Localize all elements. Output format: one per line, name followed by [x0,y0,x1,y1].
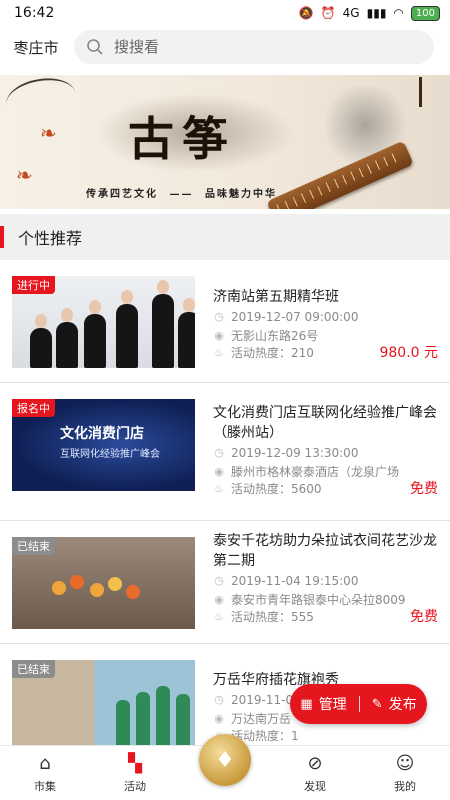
event-date: 2019-12-07 09:00:00 [231,310,359,324]
event-title: 泰安千花坊助力朵拉试衣间花艺沙龙第二期 [213,533,437,569]
event-address: 泰安市青年路银泰中心朵拉8009 [231,593,406,607]
search-icon [87,39,103,55]
event-address: 无影山东路26号 [231,329,319,343]
event-date-row: ◷ 2019-12-07 09:00:00 [213,310,358,324]
manage-publish-fab: ▦ 管理 ✎ 发布 [290,684,427,724]
status-badge: 已结束 [12,537,55,555]
fab-divider [358,696,360,712]
status-bar: 16:42 🔕 ⏰ 4G ▮▮▮ ◠ 100 [0,0,450,26]
status-badge: 报名中 [12,399,55,417]
banner-slogan: 传承四艺文化 —— 品味魅力中华 [86,189,277,200]
event-address: 滕州市格林豪泰酒店（龙泉广场 [231,465,400,479]
event-address-row: ◉ 万达南万岳 [213,710,291,727]
branch-decoration [3,75,79,125]
alarm-icon: ⏰ [320,6,336,20]
guzheng-banner[interactable]: ❧ ❧ 古筝 传承四艺文化 —— 品味魅力中华 [0,75,450,209]
search-box[interactable] [74,30,434,64]
clock-icon: ◷ [214,574,224,587]
clock-icon: ◷ [214,310,224,323]
grid-icon: ▦ [300,696,313,712]
thumbnail-title: 文化消费门店 [60,426,144,442]
diamond-icon: ♦ [215,747,235,773]
status-badge: 进行中 [12,276,55,294]
event-heat: 活动热度：555 [231,610,314,624]
publish-button[interactable]: 发布 [389,694,417,714]
network-label: 4G [342,6,360,20]
event-date: 2019-11-04 19:15:00 [231,574,359,588]
event-heat: 活动热度：210 [231,346,314,360]
event-price: 免费 [410,609,438,625]
location-icon: ◉ [214,464,224,478]
event-thumbnail: 文化消费门店 互联网化经验推广峰会 报名中 [12,399,195,491]
event-date-row: ◷ 2019-11-04 19:15:00 [213,574,358,588]
location-icon: ◉ [214,328,224,342]
flame-icon: ♨ [214,609,224,623]
event-thumbnail: 已结束 [12,660,195,752]
banner-slogan-left: 传承四艺文化 [86,189,158,200]
event-heat-row: ♨ 活动热度：5600 [213,480,322,497]
status-icons: 🔕 ⏰ 4G ▮▮▮ ◠ 100 [298,5,440,21]
event-title: 文化消费门店互联网化经验推广峰会（滕州站） [213,405,437,441]
signal-icon: ▮▮▮ [366,6,387,20]
section-header: 个性推荐 [0,214,450,260]
header: 枣庄市 [0,30,450,64]
event-heat-row: ♨ 活动热度：555 [213,608,314,625]
manage-button[interactable]: 管理 [319,694,347,714]
list-item[interactable]: 已结束 泰安千花坊助力朵拉试衣间花艺沙龙第二期 ◷ 2019-11-04 19:… [0,521,450,644]
wifi-icon: ◠ [393,6,404,20]
section-title: 个性推荐 [18,229,83,248]
list-item[interactable]: 文化消费门店 互联网化经验推广峰会 报名中 文化消费门店互联网化经验推广峰会（滕… [0,383,450,521]
event-date: 2019-12-09 13:30:00 [231,446,359,460]
nav-item-discover[interactable]: ⊘ 发现 [270,746,360,800]
event-address-row: ◉ 无影山东路26号 [213,327,318,344]
search-input[interactable] [114,38,374,56]
nav-item-mine[interactable]: ☺ 我的 [360,746,450,800]
list-item[interactable]: 进行中 济南站第五期精华班 ◷ 2019-12-07 09:00:00 ◉ 无影… [0,260,450,383]
status-time: 16:42 [14,5,55,21]
home-icon: ⌂ [39,753,51,774]
activity-icon: ▚ [128,753,142,774]
thumbnail-subtitle: 互联网化经验推广峰会 [60,449,160,460]
nav-item-market[interactable]: ⌂ 市集 [0,746,90,800]
clock-icon: ◷ [214,446,224,459]
event-price: 免费 [410,481,438,497]
banner-slogan-right: 品味魅力中华 [204,189,277,200]
event-thumbnail: 进行中 [12,276,195,368]
goldfish-icon: ❧ [16,163,33,187]
lantern-decoration [419,77,422,107]
nav-label: 市集 [34,780,56,793]
user-icon: ☺ [395,753,415,774]
edit-icon: ✎ [371,696,383,712]
event-address: 万达南万岳 [231,712,292,726]
event-price: 980.0 元 [379,345,438,361]
location-icon: ◉ [214,592,224,606]
event-heat: 活动热度：5600 [231,482,322,496]
event-title: 济南站第五期精华班 [213,289,339,305]
nav-label: 我的 [394,780,416,793]
status-badge: 已结束 [12,660,55,678]
banner-title: 古筝 [128,112,236,166]
event-heat-row: ♨ 活动热度：210 [213,344,314,361]
section-accent-bar [0,226,4,248]
event-address-row: ◉ 泰安市青年路银泰中心朵拉8009 [213,591,406,608]
location-icon: ◉ [214,711,224,725]
flame-icon: ♨ [214,481,224,495]
clock-icon: ◷ [214,693,224,706]
event-thumbnail: 已结束 [12,537,195,629]
flame-icon: ♨ [214,345,224,359]
compass-icon: ⊘ [307,753,323,774]
nav-label: 发现 [304,780,326,793]
city-selector[interactable]: 枣庄市 [0,37,72,58]
mute-icon: 🔕 [298,6,314,20]
battery-icon: 100 [410,5,440,21]
event-address-row: ◉ 滕州市格林豪泰酒店（龙泉广场 [213,463,399,480]
center-diamond-button[interactable]: ♦ [199,734,251,786]
event-date-row: ◷ 2019-12-09 13:30:00 [213,446,358,460]
goldfish-icon: ❧ [40,121,57,145]
nav-item-activity[interactable]: ▚ 活动 [90,746,180,800]
nav-label: 活动 [124,780,146,793]
